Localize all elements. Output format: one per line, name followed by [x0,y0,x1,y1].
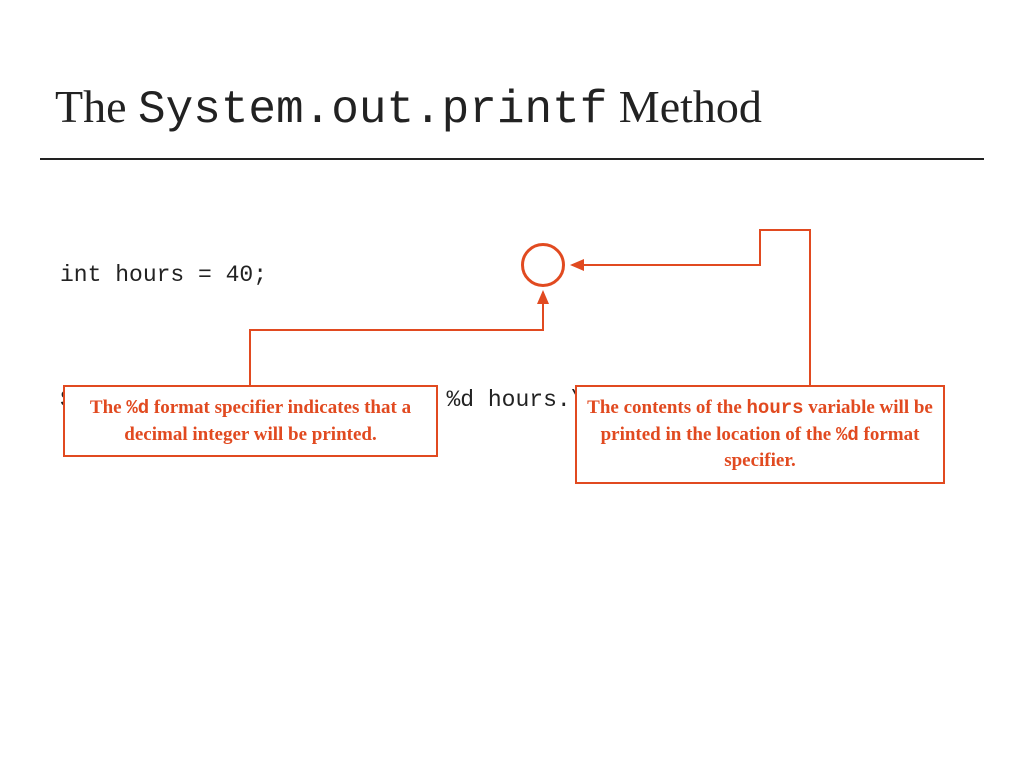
title-prefix: The [55,81,138,132]
callout-format-specifier: The %d format specifier indicates that a… [63,385,438,457]
highlight-circle-format-specifier [521,243,565,287]
callout-left-part2: format specifier indicates that a decima… [124,397,411,445]
callout-variable-contents: The contents of the hours variable will … [575,385,945,484]
slide: The System.out.printf Method int hours =… [0,0,1024,768]
title-mono: System.out.printf [138,84,607,136]
title-divider [40,158,984,160]
callout-right-part1: The contents of the [587,397,746,418]
code-line-1: int hours = 40; [60,259,736,291]
callout-left-mono1: %d [126,397,149,419]
page-title: The System.out.printf Method [55,80,762,136]
title-suffix: Method [607,81,762,132]
callout-right-mono2: %d [836,424,859,446]
callout-left-part1: The [90,397,126,418]
callout-right-mono1: hours [747,397,804,419]
